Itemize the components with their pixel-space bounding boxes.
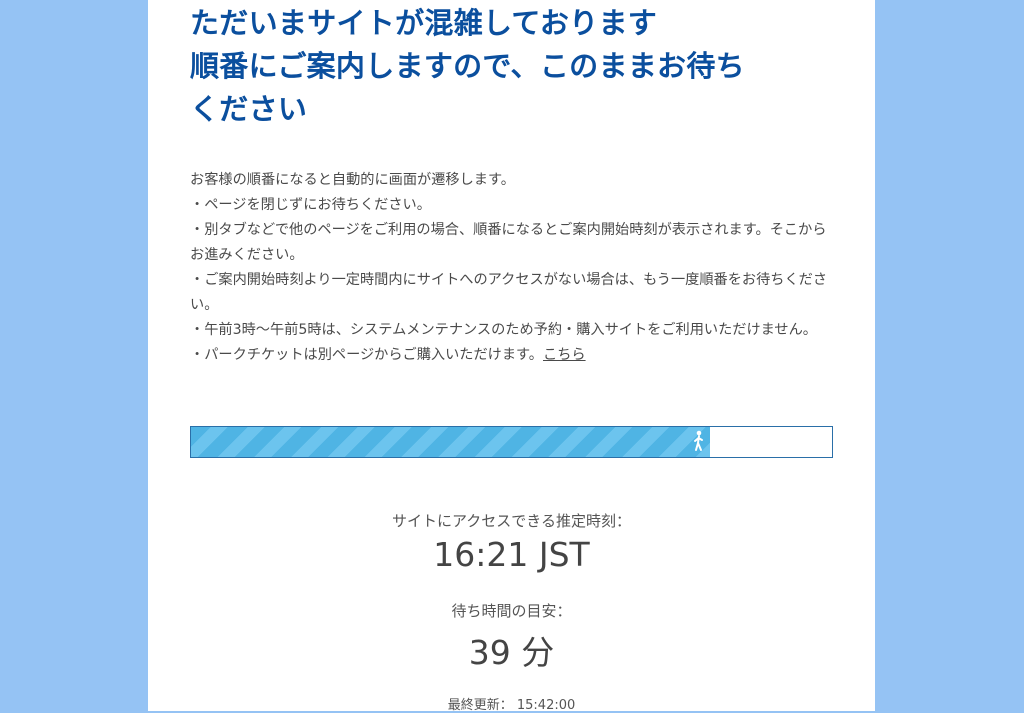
estimated-access-time: 16:21 JST [433, 535, 590, 574]
queue-progress-bar [190, 426, 833, 458]
title-line-2: 順番にご案内しますので、このままお待ち [190, 49, 745, 83]
wait-time-value: 39 分 [468, 633, 555, 672]
last-updated: 最終更新： 15:42:00 [190, 694, 833, 713]
title-line-3: ください [190, 92, 308, 126]
intro-paragraph-auto-transition: お客様の順番になると自動的に画面が遷移します。 [190, 172, 515, 188]
progress-fill [191, 427, 711, 457]
park-ticket-link[interactable]: こちら [543, 347, 586, 363]
intro-paragraph-maintenance: ・午前3時～午前5時は、システムメンテナンスのため予約・購入サイトをご利用いただ… [190, 322, 817, 338]
estimated-access-label: サイトにアクセスできる推定時刻： [392, 512, 631, 530]
intro-paragraph-timeout: ・ご案内開始時刻より一定時間内にサイトへのアクセスがない場合は、もう一度順番をお… [190, 272, 828, 313]
walking-person-icon [694, 430, 704, 451]
page-title: ただいまサイトが混雑しております 順番にご案内しますので、このままお待ち くださ… [190, 0, 835, 131]
park-ticket-text: ・パークチケットは別ページからご購入いただけます。 [190, 347, 543, 363]
intro-text: お客様の順番になると自動的に画面が遷移します。 ・ページを閉じずにお待ちください… [190, 168, 835, 368]
intro-paragraph-do-not-close: ・ページを閉じずにお待ちください。 [190, 197, 431, 213]
intro-paragraph-park-ticket: ・パークチケットは別ページからご購入いただけます。こちら [190, 343, 835, 368]
queue-content: ただいまサイトが混雑しております 順番にご案内しますので、このままお待ち くださ… [190, 0, 835, 713]
queue-panel: ただいまサイトが混雑しております 順番にご案内しますので、このままお待ち くださ… [148, 0, 875, 713]
wait-time-label: 待ち時間の目安： [451, 602, 572, 620]
title-line-1: ただいまサイトが混雑しております [190, 6, 658, 40]
intro-paragraph-other-tabs: ・別タブなどで他のページをご利用の場合、順番になるとご案内開始時刻が表示されます… [190, 222, 827, 263]
